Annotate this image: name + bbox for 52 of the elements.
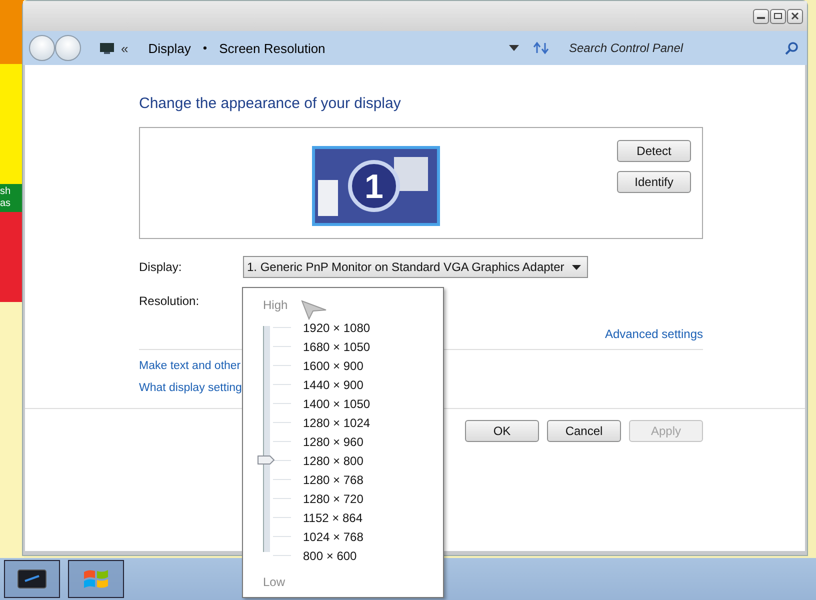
- desktop-text: as: [0, 198, 11, 210]
- slider-track[interactable]: [263, 326, 270, 552]
- resolution-option[interactable]: 1280 × 720: [303, 492, 364, 506]
- resolution-option[interactable]: 1152 × 864: [303, 510, 363, 524]
- overflow-chevron[interactable]: «: [121, 40, 128, 56]
- preview-button[interactable]: Detect: [617, 140, 691, 162]
- resolution-option[interactable]: 1280 × 768: [303, 472, 364, 486]
- resolution-option[interactable]: 800 × 600: [303, 548, 357, 562]
- monitor-number-drawing[interactable]: 1: [312, 146, 440, 226]
- slider-thumb[interactable]: [257, 455, 275, 465]
- resolution-option[interactable]: 1280 × 1024: [303, 416, 370, 430]
- field-label: Resolution:: [139, 294, 200, 308]
- refresh-icon[interactable]: [533, 41, 549, 55]
- search-field[interactable]: Search Control Panel: [567, 40, 781, 56]
- resolution-option[interactable]: 1600 × 900: [303, 358, 364, 372]
- dialog-button[interactable]: Cancel: [547, 420, 621, 442]
- resolution-option[interactable]: 1280 × 960: [303, 434, 364, 448]
- resolution-option[interactable]: 1440 × 900: [303, 378, 364, 392]
- resolution-option[interactable]: 1920 × 1080: [303, 320, 370, 334]
- close-button[interactable]: [787, 8, 803, 24]
- preview-button[interactable]: Identify: [617, 171, 691, 193]
- resolution-option[interactable]: 1400 × 1050: [303, 396, 370, 410]
- breadcrumb[interactable]: Display: [148, 40, 191, 56]
- help-link[interactable]: Make text and other: [139, 360, 241, 372]
- breadcrumb-separator: •: [202, 41, 208, 55]
- dialog-button[interactable]: OK: [465, 420, 539, 442]
- resolution-option[interactable]: 1024 × 768: [303, 530, 364, 544]
- mouse-pointer-icon: [301, 300, 327, 320]
- maximize-icon: [773, 12, 783, 20]
- back-button[interactable]: [29, 35, 55, 61]
- taskbar-button[interactable]: [4, 560, 60, 598]
- monitor-icon: [99, 42, 115, 54]
- monitor-icon: [17, 569, 47, 589]
- search-icon: [785, 41, 799, 55]
- help-link[interactable]: What display setting: [139, 382, 242, 394]
- breadcrumb[interactable]: Screen Resolution: [219, 40, 326, 56]
- page-heading: Change the appearance of your display: [139, 95, 402, 114]
- dropdown-arrow-icon[interactable]: [509, 45, 519, 51]
- forward-button[interactable]: [55, 35, 81, 61]
- slider-low-label: Low: [263, 575, 286, 589]
- taskbar-button[interactable]: [68, 560, 124, 598]
- minimize-button[interactable]: [753, 8, 769, 24]
- resolution-option[interactable]: 1680 × 1050: [303, 340, 370, 354]
- slider-high-label: High: [263, 298, 288, 312]
- display-dropdown[interactable]: 1. Generic PnP Monitor on Standard VGA Graphics Adapter: [243, 256, 588, 278]
- maximize-button[interactable]: [770, 8, 786, 24]
- field-label: Display:: [139, 260, 183, 274]
- close-icon: [790, 12, 800, 20]
- resolution-option[interactable]: 1280 × 800: [303, 454, 364, 468]
- advanced-settings-link[interactable]: Advanced settings: [604, 327, 703, 341]
- desktop-text: sh: [0, 186, 11, 198]
- caret-icon: [572, 264, 582, 270]
